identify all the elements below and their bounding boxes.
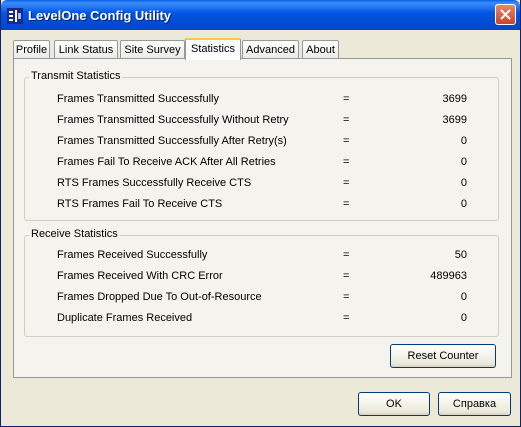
stat-label: RTS Frames Fail To Receive CTS: [57, 198, 223, 210]
stat-equals: =: [343, 270, 350, 282]
stat-equals: =: [343, 198, 350, 210]
stat-row: RTS Frames Successfully Receive CTS = 0: [57, 177, 477, 191]
stat-row: Frames Transmitted Successfully Without …: [57, 114, 477, 128]
stat-label: Frames Transmitted Successfully Without …: [57, 114, 289, 126]
tab-profile[interactable]: Profile: [13, 40, 50, 58]
tab-label: Site Survey: [124, 44, 181, 56]
stat-equals: =: [343, 93, 350, 105]
receive-group-title: Receive Statistics: [29, 228, 120, 240]
stat-label: Duplicate Frames Received: [57, 312, 193, 324]
tab-label: Link Status: [58, 44, 114, 56]
stat-equals: =: [343, 177, 350, 189]
tab-statistics[interactable]: Statistics: [185, 38, 241, 60]
stat-equals: =: [343, 135, 350, 147]
stat-label: Frames Fail To Receive ACK After All Ret…: [57, 156, 276, 168]
transmit-group-title: Transmit Statistics: [29, 70, 123, 82]
window-title: LevelOne Config Utility: [28, 8, 172, 23]
stat-label: Frames Received Successfully: [57, 249, 208, 261]
stat-label: RTS Frames Successfully Receive CTS: [57, 177, 252, 189]
receive-statistics-group: Receive Statistics Frames Received Succe…: [24, 228, 499, 337]
tab-label: About: [306, 44, 335, 56]
stat-value: 0: [460, 291, 467, 303]
tab-label: Advanced: [246, 44, 295, 56]
stat-row: Frames Fail To Receive ACK After All Ret…: [57, 156, 477, 170]
tab-label: Statistics: [190, 43, 235, 55]
stat-row: Duplicate Frames Received = 0: [57, 312, 477, 326]
stat-label: Frames Dropped Due To Out-of-Resource: [57, 291, 262, 303]
stat-row: Frames Received With CRC Error = 489963: [57, 270, 477, 284]
stat-equals: =: [343, 249, 350, 261]
stat-label: Frames Transmitted Successfully: [57, 93, 219, 105]
tab-link-status[interactable]: Link Status: [54, 40, 118, 58]
tab-about[interactable]: About: [302, 40, 339, 58]
statistics-panel: Transmit Statistics Frames Transmitted S…: [13, 58, 512, 378]
app-icon: [7, 8, 23, 24]
close-button[interactable]: [495, 4, 516, 25]
stat-value: 3699: [442, 93, 467, 105]
stat-equals: =: [343, 312, 350, 324]
stat-value: 0: [460, 312, 467, 324]
stat-value: 0: [460, 156, 467, 168]
config-utility-window: LevelOne Config Utility Profile Link Sta…: [0, 0, 521, 427]
stat-value: 489963: [430, 270, 467, 282]
reset-counter-button[interactable]: Reset Counter: [390, 344, 496, 368]
tab-site-survey[interactable]: Site Survey: [120, 40, 185, 58]
stat-value: 50: [454, 249, 467, 261]
stat-value: 0: [460, 135, 467, 147]
close-icon: [500, 9, 511, 20]
stat-equals: =: [343, 114, 350, 126]
stat-equals: =: [343, 156, 350, 168]
stat-label: Frames Transmitted Successfully After Re…: [57, 135, 287, 147]
transmit-statistics-group: Transmit Statistics Frames Transmitted S…: [24, 70, 499, 221]
stat-value: 3699: [442, 114, 467, 126]
stat-row: RTS Frames Fail To Receive CTS = 0: [57, 198, 477, 212]
tab-advanced[interactable]: Advanced: [242, 40, 299, 58]
tab-label: Profile: [15, 44, 48, 56]
stat-row: Frames Received Successfully = 50: [57, 249, 477, 263]
stat-label: Frames Received With CRC Error: [57, 270, 223, 282]
stat-row: Frames Transmitted Successfully After Re…: [57, 135, 477, 149]
stat-equals: =: [343, 291, 350, 303]
stat-value: 0: [460, 198, 467, 210]
ok-button[interactable]: OK: [358, 392, 430, 416]
stat-row: Frames Transmitted Successfully = 3699: [57, 93, 477, 107]
stat-value: 0: [460, 177, 467, 189]
title-bar[interactable]: LevelOne Config Utility: [1, 0, 520, 30]
help-button[interactable]: Справка: [438, 392, 511, 416]
stat-row: Frames Dropped Due To Out-of-Resource = …: [57, 291, 477, 305]
